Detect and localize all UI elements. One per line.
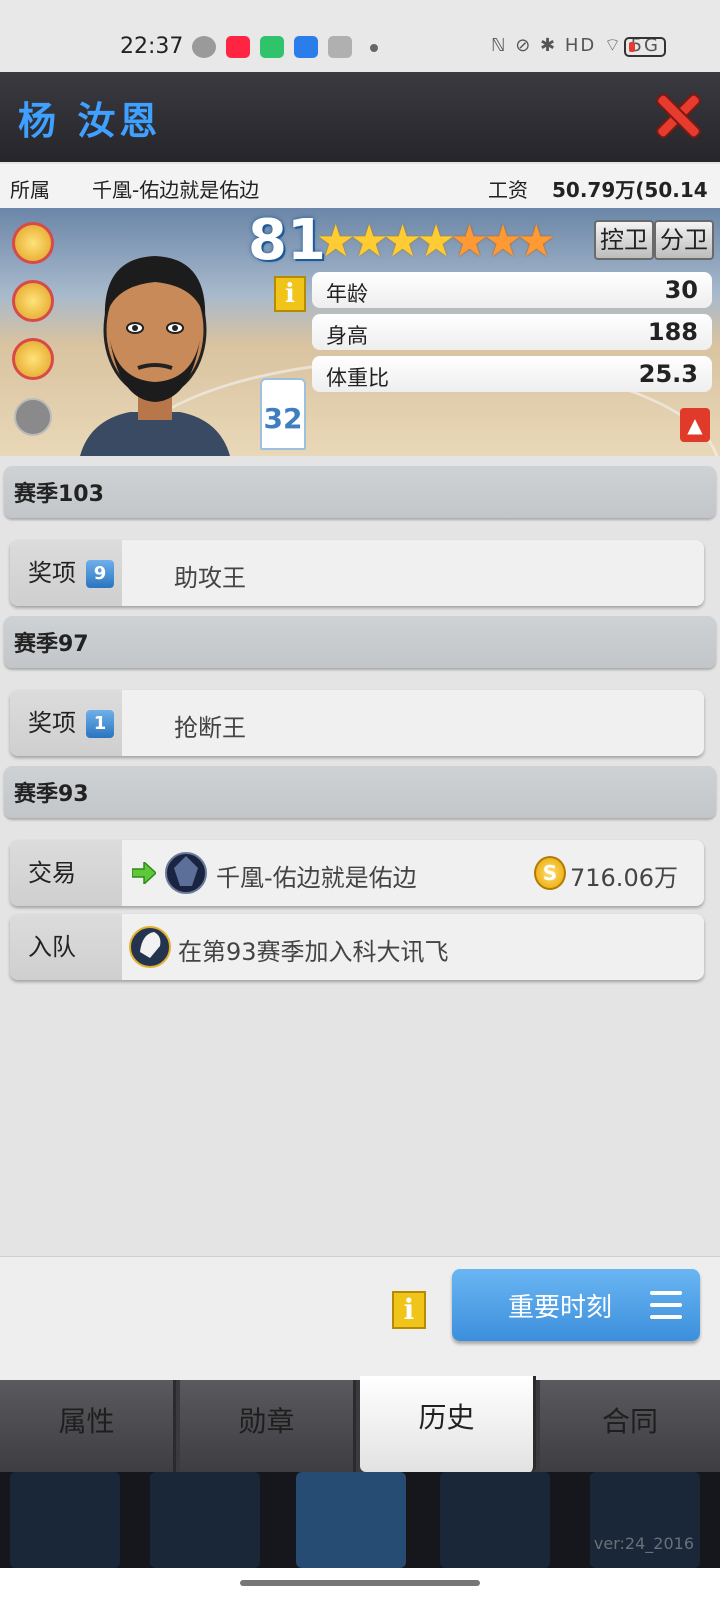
arrow-right-icon [132, 862, 156, 884]
history-entry-trade[interactable]: 交易 千凰-佑边就是佑边 S 716.06万 [10, 840, 704, 906]
tab-badges[interactable]: 勋章 [180, 1380, 356, 1472]
status-time: 22:37 [120, 34, 184, 59]
nav-globe-icon [440, 1472, 550, 1568]
stat-value: 30 [664, 276, 698, 304]
gold-stars: ★★★★ [316, 216, 456, 267]
stat-row-height: 身高 188 [312, 314, 712, 350]
entry-text: 在第93赛季加入科大讯飞 [178, 938, 449, 966]
app-screen: { "status_bar": { "time": "22:37", "righ… [0, 0, 720, 1600]
stat-value: 25.3 [638, 360, 698, 388]
entry-type: 入队 [10, 914, 122, 980]
fire-icon[interactable]: ▲ [680, 408, 710, 442]
position-tag-pg[interactable]: 控卫 [594, 220, 654, 260]
tab-contract[interactable]: 合同 [540, 1380, 720, 1472]
award-count-badge: 1 [86, 710, 114, 738]
nav-star-icon [10, 1472, 120, 1568]
entry-team-name: 千凰-佑边就是佑边 [216, 864, 417, 892]
entry-text: 助攻王 [174, 564, 246, 592]
team-logo-icon[interactable] [164, 848, 208, 898]
salary-label: 工资 [488, 178, 528, 202]
info-icon[interactable]: i [274, 276, 306, 312]
skill-badge-icon[interactable] [12, 338, 54, 380]
season-header: 赛季93 [4, 766, 716, 818]
tab-attributes[interactable]: 属性 [0, 1380, 176, 1472]
history-entry-join[interactable]: 入队 在第93赛季加入科大讯飞 [10, 914, 704, 980]
team-value: 千凰-佑边就是佑边 [92, 178, 260, 202]
history-entry-award[interactable]: 奖项 9 助攻王 [10, 540, 704, 606]
tab-history[interactable]: 历史 [360, 1376, 536, 1472]
wechat-icon [192, 36, 216, 58]
tab-bar: 属性 勋章 历史 合同 [0, 1376, 720, 1472]
stat-value: 188 [647, 318, 698, 346]
coin-icon: S [534, 856, 566, 890]
home-indicator [0, 1568, 720, 1600]
xiaohongshu-icon [226, 36, 250, 58]
stat-label: 年龄 [326, 282, 368, 306]
entry-text: 抢断王 [174, 714, 246, 742]
version-label: ver:24_2016 [593, 1534, 694, 1553]
player-name: 杨 汝恩 [18, 99, 162, 143]
close-icon[interactable] [654, 92, 700, 138]
skill-badge-icon[interactable] [12, 222, 54, 264]
season-header: 赛季97 [4, 616, 716, 668]
info-icon[interactable]: i [392, 1291, 426, 1329]
orange-stars: ★★★ [449, 216, 556, 267]
stat-label: 体重比 [326, 366, 389, 390]
key-moments-label: 重要时刻 [508, 1293, 613, 1323]
star-rating: ★★★★★★★ [316, 216, 556, 267]
season-header: 赛季103 [4, 466, 716, 518]
award-count-badge: 9 [86, 560, 114, 588]
stat-row-age: 年龄 30 [312, 272, 712, 308]
season-title: 赛季93 [14, 782, 89, 807]
nav-court-icon [296, 1472, 406, 1568]
key-moments-button[interactable]: 重要时刻 [452, 1269, 700, 1341]
team-salary-bar: 所属 千凰-佑边就是佑边 工资 50.79万(50.14万) [0, 164, 720, 231]
dot-icon [370, 44, 378, 52]
menu-icon [650, 1291, 682, 1319]
nav-money-icon [150, 1472, 260, 1568]
stat-label: 身高 [326, 324, 368, 348]
team-logo-icon[interactable] [128, 922, 172, 972]
status-bar: 22:37 ℕ ⊘ ✱ HD ⌔ 5G [0, 0, 720, 72]
lock-icon[interactable] [14, 398, 52, 436]
player-card: 32 81 ★★★★★★★ 控卫 分卫 i 年龄 30 身高 188 体重比 2… [0, 208, 720, 456]
player-header: 杨 汝恩 [0, 72, 720, 162]
app-icon-blue [294, 36, 318, 58]
nav-up-icon [590, 1472, 700, 1568]
action-bar: i 重要时刻 [0, 1256, 720, 1380]
app-icon-gray [328, 36, 352, 58]
entry-type: 交易 [10, 840, 122, 906]
battery-icon [624, 37, 666, 57]
team-label: 所属 [10, 178, 50, 202]
history-entry-award[interactable]: 奖项 1 抢断王 [10, 690, 704, 756]
player-avatar [80, 256, 230, 456]
jersey-number: 32 [260, 378, 306, 450]
stat-row-weight-ratio: 体重比 25.3 [312, 356, 712, 392]
season-title: 赛季97 [14, 632, 89, 657]
skill-badge-icon[interactable] [12, 280, 54, 322]
overall-rating: 81 [248, 208, 326, 273]
bottom-nav: ver:24_2016 [0, 1472, 720, 1568]
season-title: 赛季103 [14, 482, 104, 507]
app-icon-green [260, 36, 284, 58]
trade-amount: 716.06万 [570, 864, 678, 892]
position-tag-sg[interactable]: 分卫 [654, 220, 714, 260]
